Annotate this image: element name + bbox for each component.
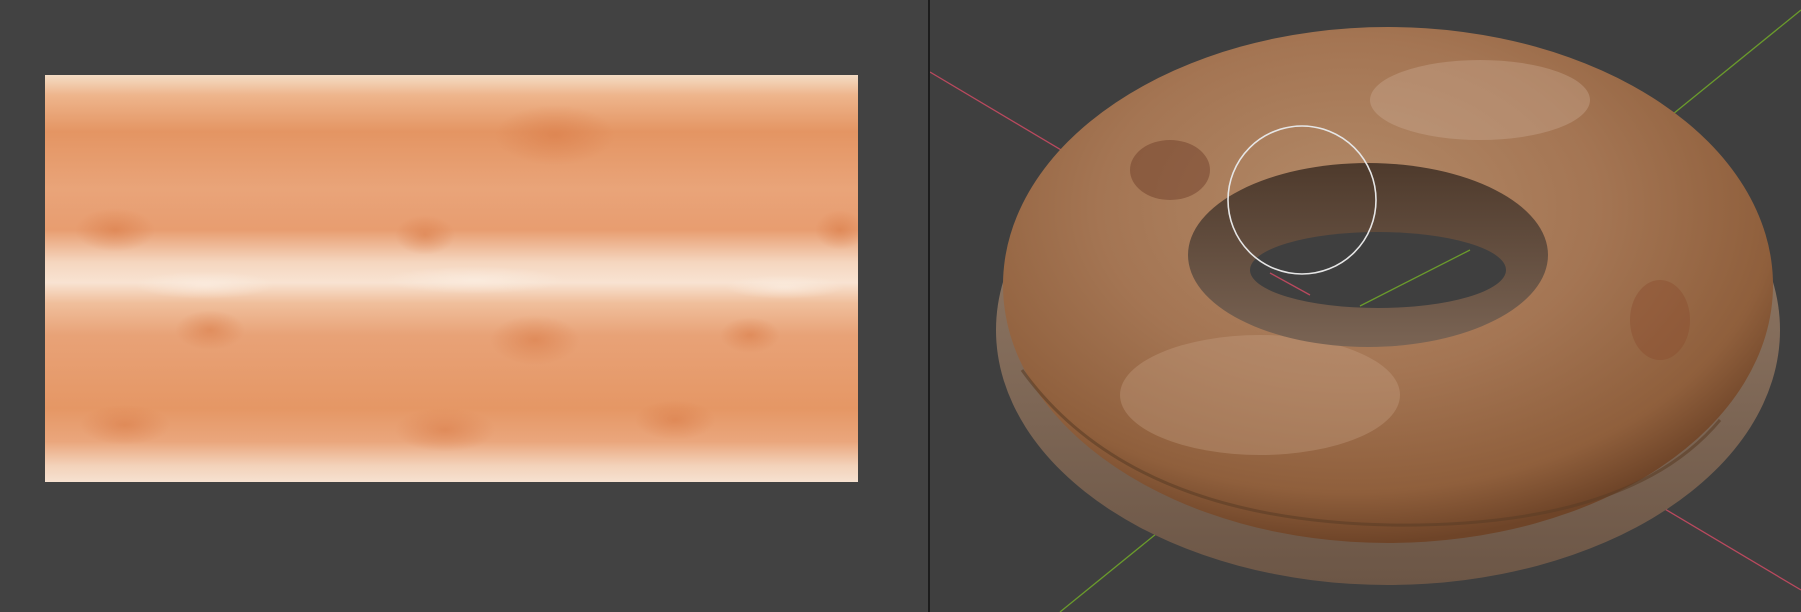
texture-spot [495,105,615,165]
texture-spot [720,317,780,353]
texture-highlight [725,275,845,299]
image-editor-area[interactable] [0,0,928,612]
texture-spot [75,208,155,252]
donut-highlight [1370,60,1590,140]
texture-highlight [135,271,275,299]
texture-spot [490,315,580,365]
texture-spot [175,310,245,350]
texture-highlight [385,266,565,294]
3d-viewport[interactable] [930,0,1801,612]
viewport-scene[interactable] [930,0,1801,612]
paint-texture-image[interactable] [45,75,858,482]
texture-spot [395,215,455,255]
donut-highlight [1120,335,1400,455]
texture-spot [395,408,495,452]
donut-shadow [1630,280,1690,360]
texture-spot [635,400,715,440]
texture-spot [80,405,170,445]
editor-row [0,0,1801,612]
donut-shadow [1130,140,1210,200]
